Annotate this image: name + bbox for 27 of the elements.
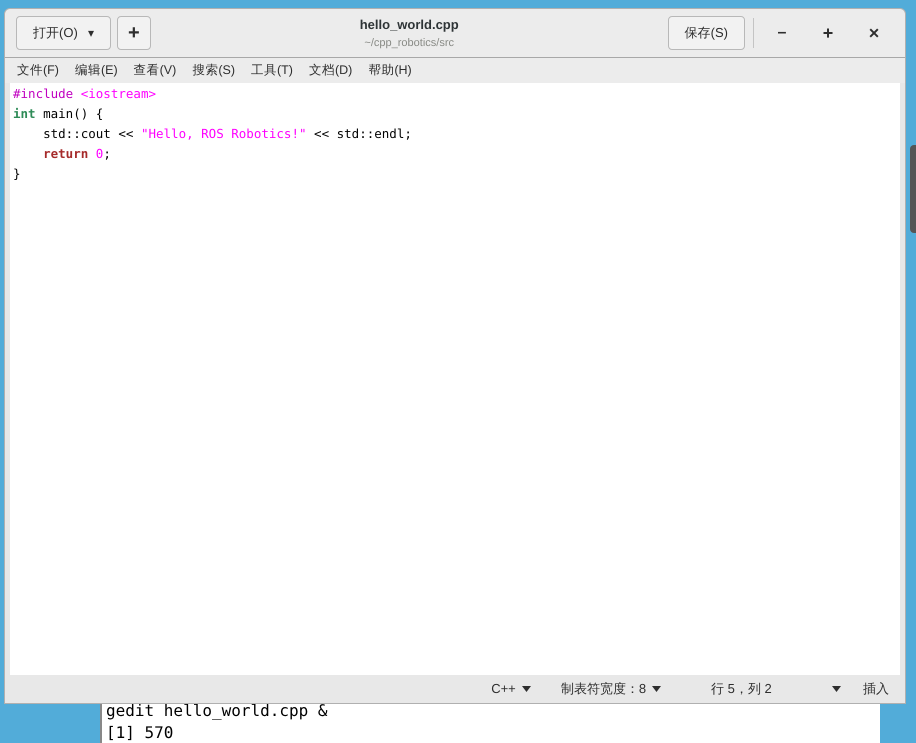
- menu-item[interactable]: 编辑(E): [66, 60, 126, 82]
- close-button[interactable]: ×: [854, 16, 894, 50]
- menu-item[interactable]: 查看(V): [126, 60, 184, 82]
- code-line: std::cout << "Hello, ROS Robotics!" << std::endl;: [42, 125, 412, 143]
- tab-width-dropdown[interactable]: 制表符宽度：8: [551, 679, 671, 699]
- insert-mode: 插入: [863, 680, 889, 698]
- menu-item[interactable]: 文件(F): [9, 60, 67, 82]
- caret-icon: [652, 686, 662, 692]
- save-button[interactable]: 保存(S): [668, 16, 745, 50]
- menu-item[interactable]: 工具(T): [242, 60, 301, 82]
- menu-item[interactable]: 文档(D): [300, 60, 360, 82]
- maximize-button[interactable]: +: [808, 16, 848, 50]
- minimize-button[interactable]: –: [762, 16, 802, 50]
- caret-icon: [832, 686, 841, 692]
- code-line: int main() {: [13, 105, 104, 123]
- open-button[interactable]: 打开(O) ▾: [16, 16, 111, 50]
- menu-item[interactable]: 搜索(S): [184, 60, 243, 82]
- window-subtitle: ~/cpp_robotics/src: [364, 36, 454, 50]
- code-line: #include <iostream>: [13, 85, 156, 103]
- caret-icon: [522, 686, 531, 692]
- code-line: return 0;: [42, 145, 111, 163]
- new-tab-button[interactable]: +: [116, 16, 151, 50]
- language-dropdown[interactable]: C++: [481, 679, 541, 699]
- window-title: hello_world.cpp: [360, 16, 459, 34]
- menu-item[interactable]: 帮助(H): [360, 60, 420, 82]
- cursor-position-dropdown[interactable]: 行 5，列 2: [711, 679, 841, 699]
- code-line: }: [13, 165, 21, 183]
